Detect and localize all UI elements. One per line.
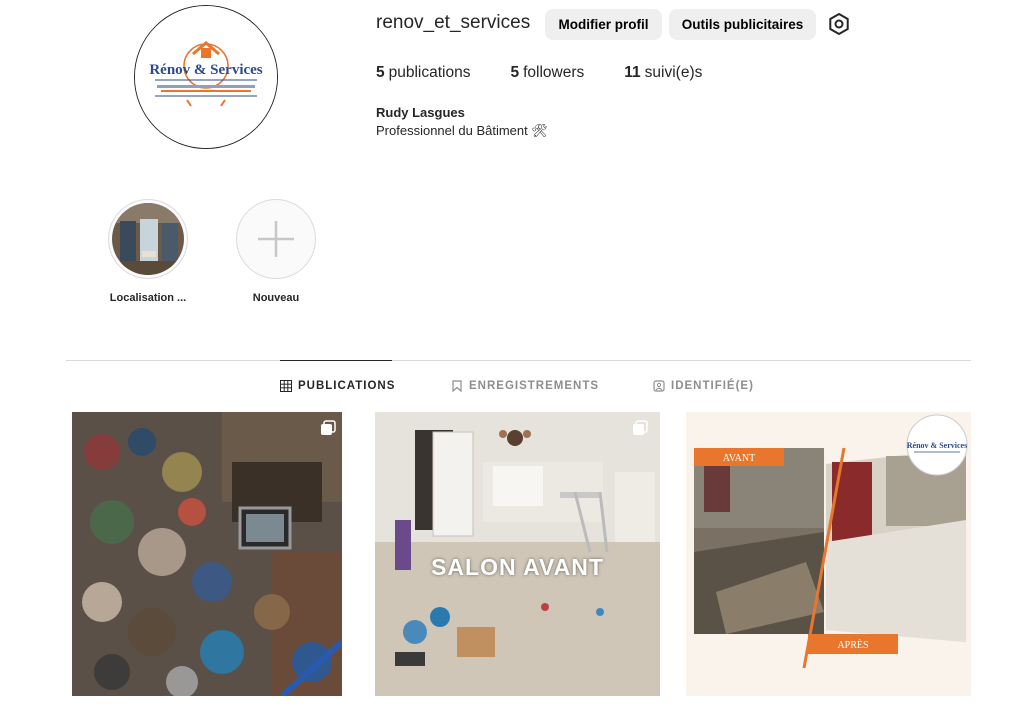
highlight-label: Localisation ... xyxy=(109,292,187,304)
tab-label: ENREGISTREMENTS xyxy=(469,380,600,392)
active-tab-indicator xyxy=(280,360,392,361)
followers-stat[interactable]: 5 followers xyxy=(510,64,584,82)
edit-profile-button[interactable]: Modifier profil xyxy=(545,9,662,40)
followers-count: 5 xyxy=(510,64,520,81)
tabs-divider xyxy=(66,360,971,361)
post-grid-item[interactable]: SALON AVANT xyxy=(375,412,660,696)
profile-full-name: Rudy Lasgues xyxy=(376,105,465,120)
after-label: APRÈS xyxy=(837,639,868,651)
tag-icon xyxy=(653,380,665,392)
post-brand-badge: Rénov & Services xyxy=(907,441,967,450)
highlight-ring xyxy=(108,199,188,279)
highlight-cover-image xyxy=(112,203,184,275)
profile-stats: 5 publications 5 followers 11 suivi(e)s xyxy=(376,64,742,82)
tab-publications[interactable]: PUBLICATIONS xyxy=(280,378,395,394)
highlight-ring xyxy=(236,199,316,279)
grid-icon xyxy=(280,380,292,392)
plus-icon xyxy=(258,221,294,257)
tab-label: PUBLICATIONS xyxy=(298,380,396,392)
bookmark-icon xyxy=(452,380,462,392)
avatar-brand-text: Rénov & Services xyxy=(149,62,262,78)
profile-bio: Professionnel du Bâtiment 🛠 xyxy=(376,123,548,138)
profile-avatar[interactable]: Rénov & Services xyxy=(134,5,278,149)
following-count: 11 xyxy=(624,64,641,81)
followers-label: followers xyxy=(523,64,585,81)
profile-username: renov_et_services xyxy=(376,12,531,33)
multiple-posts-icon xyxy=(320,420,336,436)
before-label: AVANT xyxy=(723,453,755,464)
gear-icon[interactable] xyxy=(827,12,851,36)
post-grid-item[interactable]: AVANT APRÈS Rénov & Services xyxy=(686,412,971,696)
posts-count: 5 xyxy=(376,64,385,81)
tab-tagged[interactable]: IDENTIFIÉ(E) xyxy=(653,378,754,394)
following-label: suivi(e)s xyxy=(644,64,703,81)
highlight-label: Nouveau xyxy=(252,292,300,304)
multiple-posts-icon xyxy=(632,420,648,436)
post-overlay-text: SALON AVANT xyxy=(431,554,604,580)
post-grid-item[interactable] xyxy=(72,412,342,696)
following-stat[interactable]: 11 suivi(e)s xyxy=(624,64,702,82)
posts-stat: 5 publications xyxy=(376,64,470,82)
posts-label: publications xyxy=(388,64,471,81)
post-image-before-after: AVANT APRÈS Rénov & Services xyxy=(686,412,971,696)
ad-tools-button[interactable]: Outils publicitaires xyxy=(669,9,816,40)
tab-saved[interactable]: ENREGISTREMENTS xyxy=(451,378,599,394)
highlight-new[interactable]: Nouveau xyxy=(234,199,318,304)
tab-label: IDENTIFIÉ(E) xyxy=(671,380,754,392)
post-image-cluttered-room xyxy=(72,412,342,696)
highlight-localisation[interactable]: Localisation ... xyxy=(106,199,190,304)
